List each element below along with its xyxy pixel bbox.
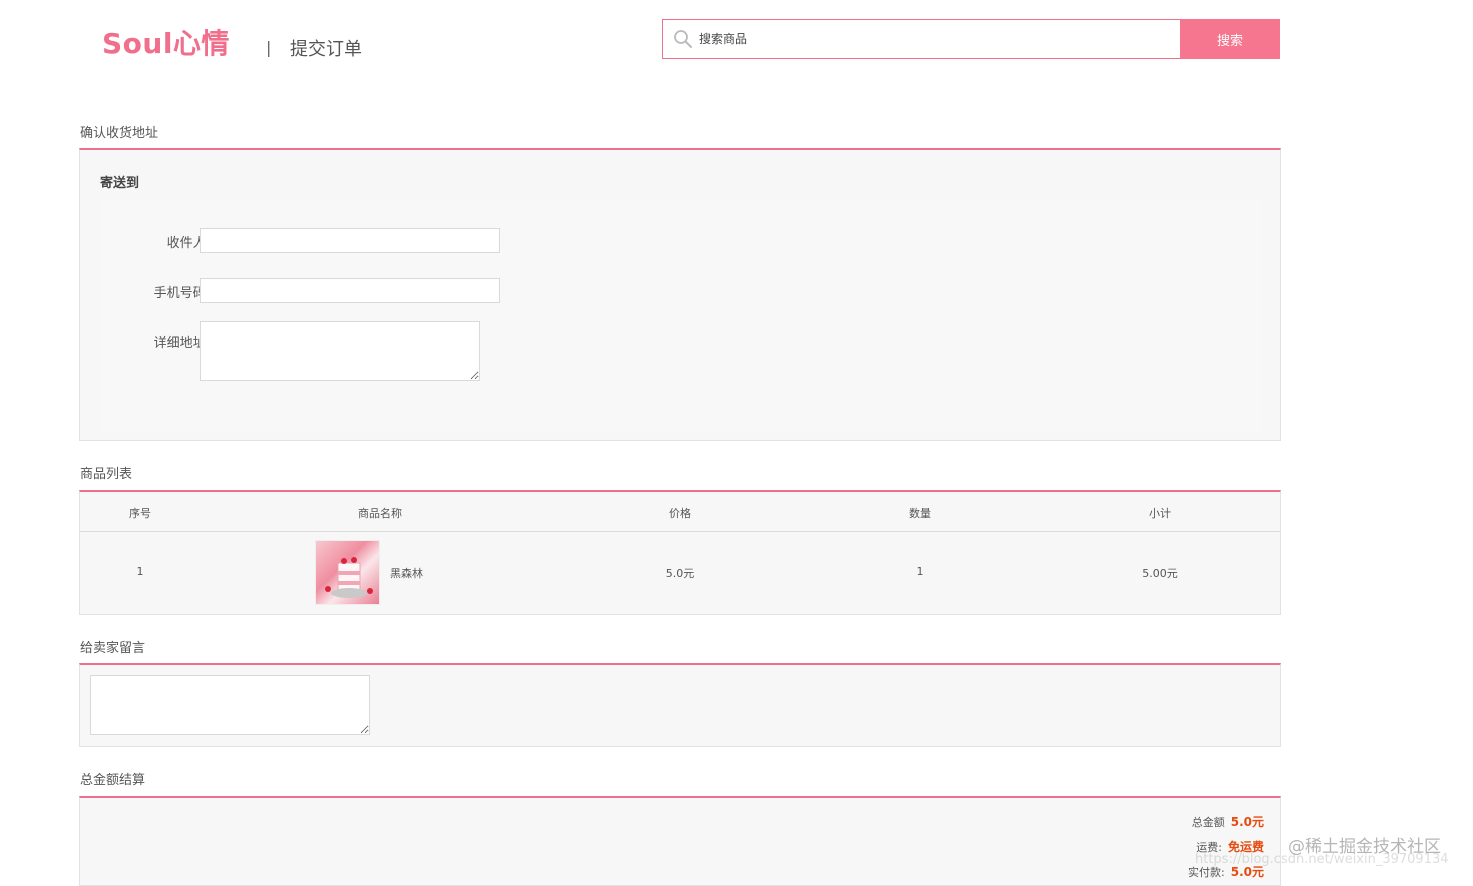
products-table: 序号 商品名称 价格 数量 小计 1 黑森林 5.0元 1 5.00元	[79, 490, 1281, 615]
product-quantity: 1	[916, 565, 924, 578]
column-header-quantity: 数量	[909, 507, 931, 520]
page-title: 提交订单	[290, 39, 362, 60]
paid-label: 实付款:	[1188, 866, 1225, 879]
total-amount-row: 总金额 5.0元	[1192, 813, 1264, 830]
search-button[interactable]: 搜索	[1180, 19, 1280, 59]
detail-address-label: 详细地址:	[153, 336, 210, 351]
header-divider: |	[266, 38, 272, 57]
column-header-subtotal: 小计	[1149, 507, 1171, 520]
products-section-title: 商品列表	[80, 467, 133, 482]
column-header-name: 商品名称	[358, 507, 402, 520]
product-price: 5.0元	[665, 567, 695, 580]
watermark: @稀土掘金技术社区	[1288, 837, 1441, 857]
search-input[interactable]	[697, 28, 1167, 50]
cake-image-icon	[325, 557, 373, 598]
summary-section-title: 总金额结算	[80, 773, 146, 788]
phone-label: 手机号码:	[153, 286, 210, 301]
table-header: 序号 商品名称 价格 数量 小计	[80, 492, 1280, 532]
logo[interactable]: Soul心情	[102, 22, 230, 62]
address-section-title: 确认收货地址	[80, 126, 159, 141]
column-header-price: 价格	[669, 507, 691, 520]
message-section-title: 给卖家留言	[80, 641, 146, 656]
ship-to-label: 寄送到	[100, 176, 140, 191]
total-amount-value: 5.0元	[1230, 815, 1264, 829]
product-subtotal: 5.00元	[1142, 567, 1178, 580]
row-index: 1	[136, 565, 144, 578]
address-panel: 寄送到 收件人: 手机号码: 详细地址:	[79, 148, 1281, 441]
product-name[interactable]: 黑森林	[390, 565, 446, 581]
recipient-input[interactable]	[200, 228, 500, 253]
header: Soul心情 | 提交订单 搜索	[0, 0, 1473, 90]
product-thumbnail[interactable]	[315, 540, 380, 605]
message-panel	[79, 663, 1281, 747]
address-form: 收件人: 手机号码: 详细地址:	[100, 200, 1262, 432]
total-amount-label: 总金额	[1191, 816, 1225, 829]
paid-value: 5.0元	[1230, 865, 1264, 879]
detail-address-textarea[interactable]	[200, 321, 480, 381]
search-icon	[674, 30, 692, 48]
column-header-index: 序号	[129, 507, 151, 520]
phone-input[interactable]	[200, 278, 500, 303]
search-box	[662, 19, 1180, 59]
recipient-label: 收件人:	[166, 236, 210, 251]
seller-message-textarea[interactable]	[90, 675, 370, 735]
summary-panel: 总金额 5.0元 运费: 免运费 实付款: 5.0元	[79, 796, 1281, 886]
